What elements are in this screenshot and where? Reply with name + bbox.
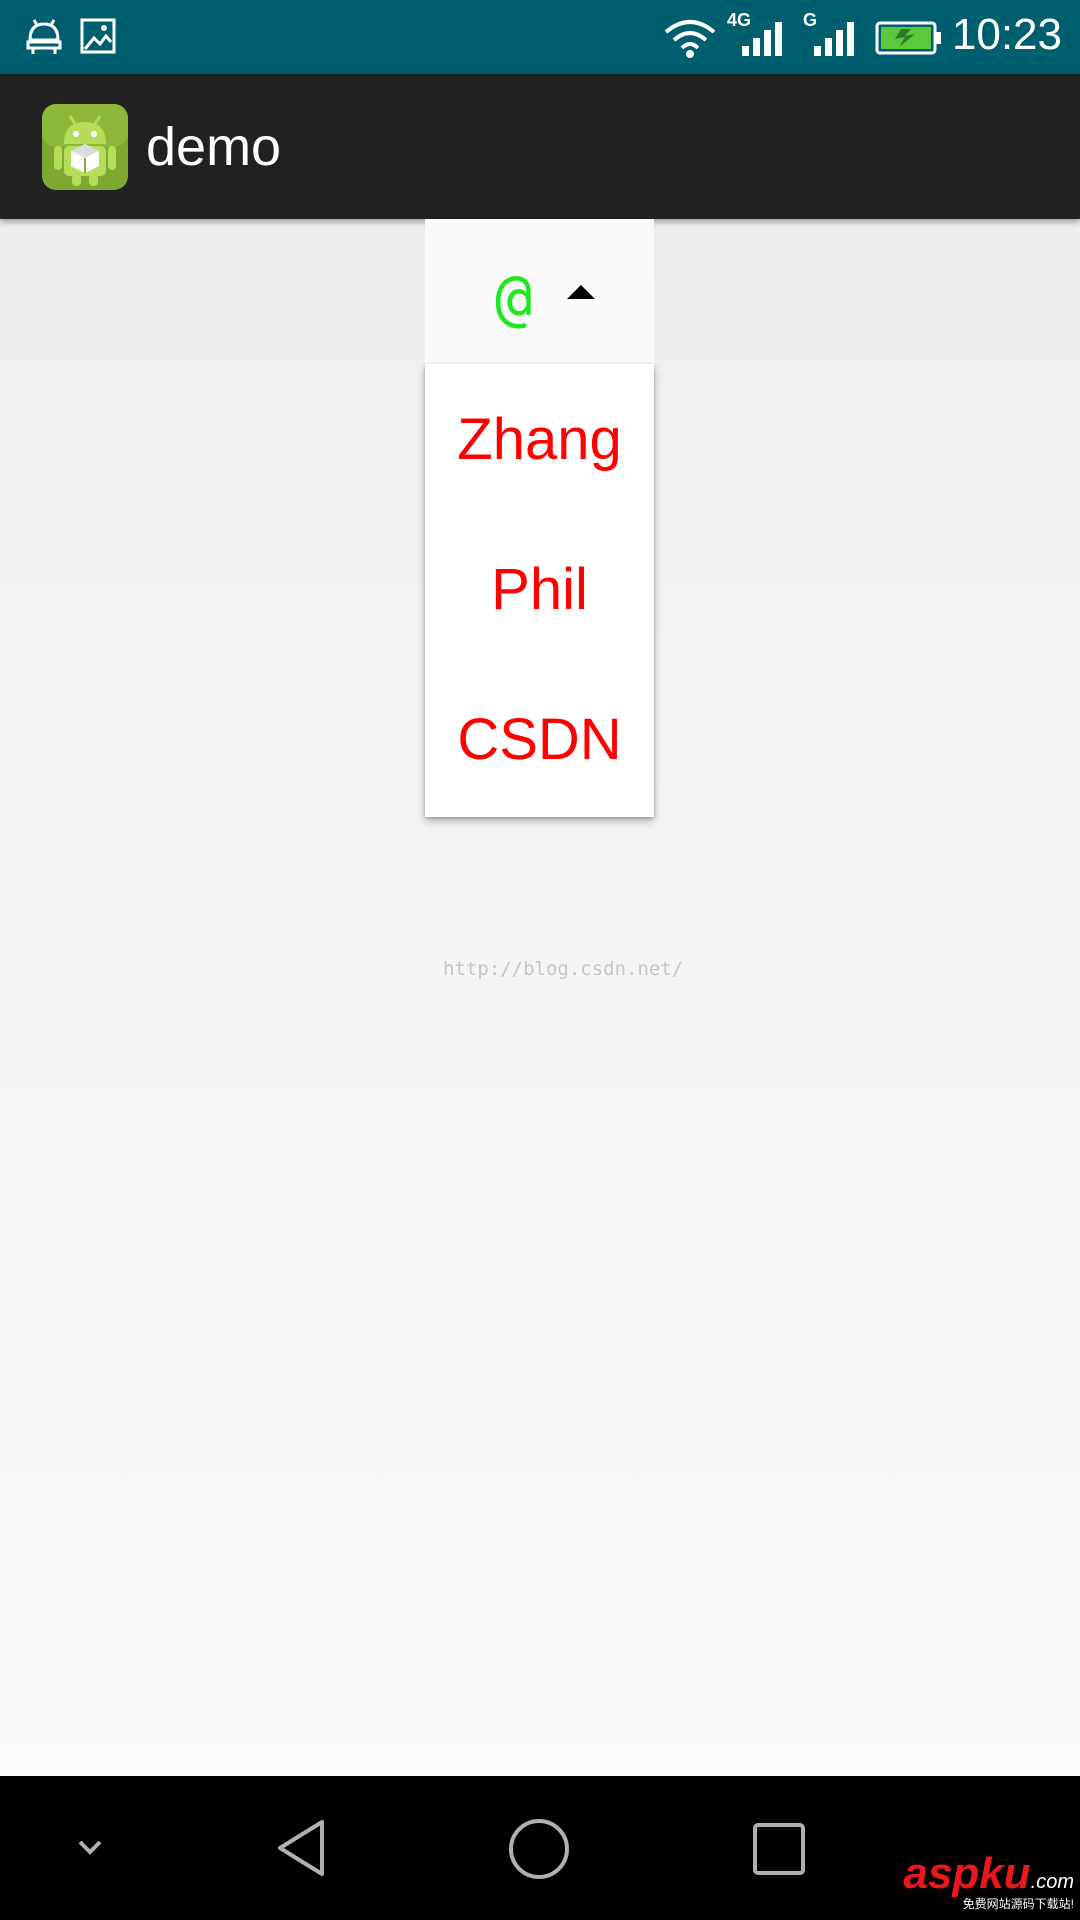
signal-4g-icon xyxy=(742,22,782,56)
android-notification-icon xyxy=(26,19,62,54)
triangle-up-icon xyxy=(567,285,595,299)
dropdown-option-csdn[interactable]: CSDN xyxy=(425,664,654,814)
wifi-icon xyxy=(664,20,716,58)
dropdown-option-label: Phil xyxy=(491,556,588,622)
recents-icon[interactable] xyxy=(752,1822,806,1876)
site-logo: aspku.com 免费网站源码下载站! xyxy=(903,1849,1074,1912)
image-notification-icon xyxy=(80,18,116,54)
status-bar: 4G G 10:23 xyxy=(0,0,1080,74)
site-logo-tld: .com xyxy=(1030,1871,1074,1893)
app-bar: demo xyxy=(0,74,1080,219)
dropdown-option-label: Zhang xyxy=(457,406,622,472)
nav-bar: aspku.com 免费网站源码下载站! xyxy=(0,1776,1080,1920)
spinner-selected-value: @ xyxy=(495,261,533,334)
home-icon[interactable] xyxy=(506,1816,572,1882)
signal-g-icon xyxy=(814,22,854,56)
site-logo-brand: aspku xyxy=(903,1849,1031,1898)
hide-nav-icon[interactable] xyxy=(70,1828,110,1868)
status-time: 10:23 xyxy=(951,10,1062,59)
spinner-dropdown: Zhang Phil CSDN xyxy=(425,364,654,817)
dropdown-option-label: CSDN xyxy=(457,706,622,772)
back-icon[interactable] xyxy=(272,1816,332,1880)
app-title: demo xyxy=(146,117,282,177)
dropdown-option-zhang[interactable]: Zhang xyxy=(425,364,654,514)
watermark-url: http://blog.csdn.net/ xyxy=(443,958,684,980)
dropdown-option-phil[interactable]: Phil xyxy=(425,514,654,664)
android-app-icon xyxy=(42,104,128,190)
spinner[interactable]: @ xyxy=(425,219,654,364)
battery-charging-icon xyxy=(875,21,941,55)
